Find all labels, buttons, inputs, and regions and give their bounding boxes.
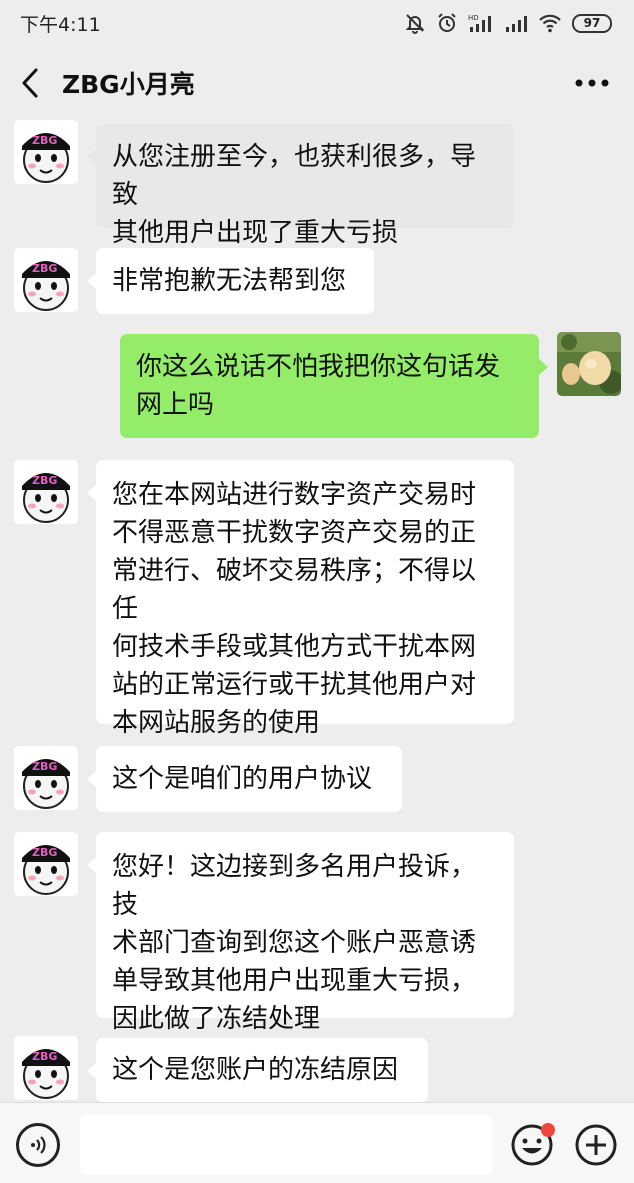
message-bubble[interactable]: 这个是您账户的冻结原因: [87, 1038, 428, 1102]
contact-avatar[interactable]: ZBG: [14, 248, 78, 312]
cartoon-face-icon: ZBG: [14, 746, 78, 810]
contact-avatar[interactable]: ZBG: [14, 1036, 78, 1100]
voice-input-button[interactable]: [16, 1123, 60, 1167]
back-arrow-icon[interactable]: [20, 67, 40, 99]
signal-icon: [506, 16, 527, 32]
contact-avatar[interactable]: ZBG: [14, 120, 78, 184]
alarm-icon: [438, 13, 456, 32]
chat-messages[interactable]: ZBG 从您注册至今，也获利很多，导致 其他用户出现了重大亏损 ZBG 非常抱歉…: [0, 118, 634, 1102]
plus-icon[interactable]: [574, 1123, 618, 1167]
message-bubble[interactable]: 您在本网站进行数字资产交易时 不得恶意干扰数字资产交易的正 常进行、破坏交易秩序…: [87, 460, 514, 738]
message-bubble[interactable]: 非常抱歉无法帮到您: [87, 248, 374, 314]
mute-bell-icon: [405, 14, 425, 34]
svg-text:ZBG: ZBG: [32, 1050, 57, 1063]
signal-hd-icon: HD: [468, 14, 491, 32]
contact-avatar[interactable]: ZBG: [14, 832, 78, 896]
my-avatar[interactable]: [557, 332, 621, 396]
voice-icon: [31, 1136, 46, 1154]
message-bubble[interactable]: 您好！这边接到多名用户投诉，技 术部门查询到您这个账户恶意诱 单导致其他用户出现…: [87, 832, 514, 1034]
cartoon-face-icon: ZBG: [14, 248, 78, 312]
chat-title: ZBG小月亮: [62, 70, 195, 99]
contact-avatar[interactable]: ZBG: [14, 460, 78, 524]
status-time: 下午4:11: [20, 13, 101, 36]
svg-text:ZBG: ZBG: [32, 262, 57, 275]
contact-avatar[interactable]: ZBG: [14, 746, 78, 810]
cartoon-face-icon: ZBG: [14, 120, 78, 184]
status-icons: HD 97: [404, 12, 612, 34]
message-bubble-sent[interactable]: 你这么说话不怕我把你这句话发 网上吗: [120, 334, 548, 438]
notification-dot: [541, 1123, 555, 1137]
cartoon-face-icon: ZBG: [14, 1036, 78, 1100]
svg-text:ZBG: ZBG: [32, 474, 57, 487]
more-options-icon[interactable]: [574, 78, 610, 88]
cartoon-face-icon: ZBG: [14, 460, 78, 524]
message-bubble[interactable]: 从您注册至今，也获利很多，导致 其他用户出现了重大亏损: [87, 124, 514, 248]
battery-icon: 97: [572, 13, 612, 33]
fruit-photo-icon: [557, 332, 621, 396]
status-bar: 下午4:11 HD 97: [0, 0, 634, 46]
svg-text:ZBG: ZBG: [32, 134, 57, 147]
chat-input-bar: [0, 1102, 634, 1183]
cartoon-face-icon: ZBG: [14, 832, 78, 896]
message-bubble[interactable]: 这个是咱们的用户协议: [87, 746, 402, 812]
chat-header: ZBG小月亮: [0, 48, 634, 118]
svg-text:ZBG: ZBG: [32, 846, 57, 859]
message-input[interactable]: [80, 1115, 492, 1175]
wifi-icon: [539, 14, 561, 33]
svg-text:HD: HD: [468, 14, 479, 22]
svg-text:ZBG: ZBG: [32, 760, 57, 773]
